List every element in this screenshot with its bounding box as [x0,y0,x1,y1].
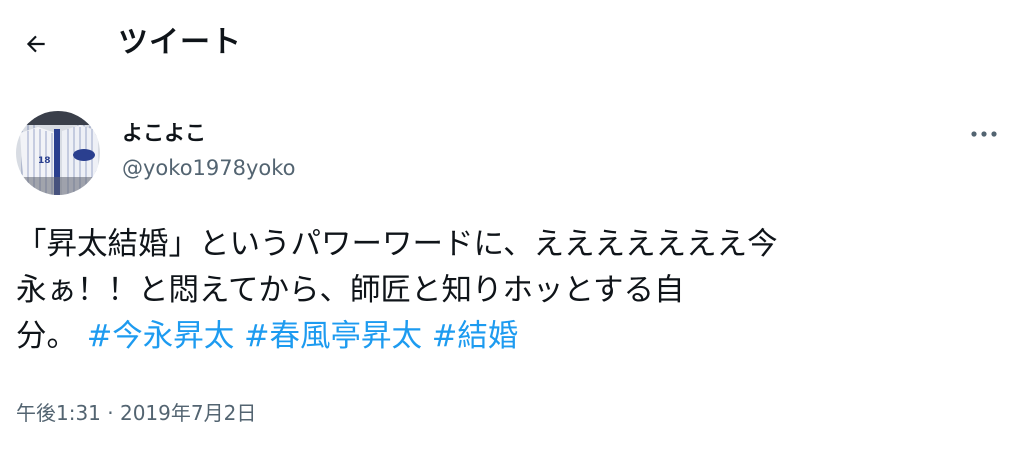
tweet-text: 「昇太結婚」というパワーワードに、えええええええ今 永ぁ！！と悶えてから、師匠と… [16,222,1006,360]
tweet-text-line: 「昇太結婚」というパワーワードに、えええええええ今 [16,227,778,262]
author-display-name[interactable]: よこよこ [122,117,206,149]
back-button[interactable] [16,24,56,64]
tweet-text-line-last: 分。 #今永昇太 #春風亭昇太 #結婚 [16,314,1006,360]
svg-text:18: 18 [38,156,51,166]
avatar[interactable]: 18 [16,111,100,195]
tweet-text-line: 永ぁ！！と悶えてから、師匠と知りホッとする自 [16,273,685,308]
avatar-image: 18 [16,111,100,195]
more-horizontal-icon [971,131,997,137]
hashtag-link[interactable]: #春風亭昇太 [244,319,422,354]
page-title: ツイート [118,25,242,60]
top-bar: ツイート [0,0,1024,88]
more-options-button[interactable] [964,120,1004,148]
hashtag-link[interactable]: #結婚 [432,319,519,354]
tweet-text-tail: 分。 [16,319,77,354]
author-handle[interactable]: @yoko1978yoko [122,152,296,184]
tweet-timestamp[interactable]: 午後1:31 · 2019年7月2日 [16,398,256,428]
arrow-left-icon [26,35,45,53]
hashtag-link[interactable]: #今永昇太 [87,319,235,354]
